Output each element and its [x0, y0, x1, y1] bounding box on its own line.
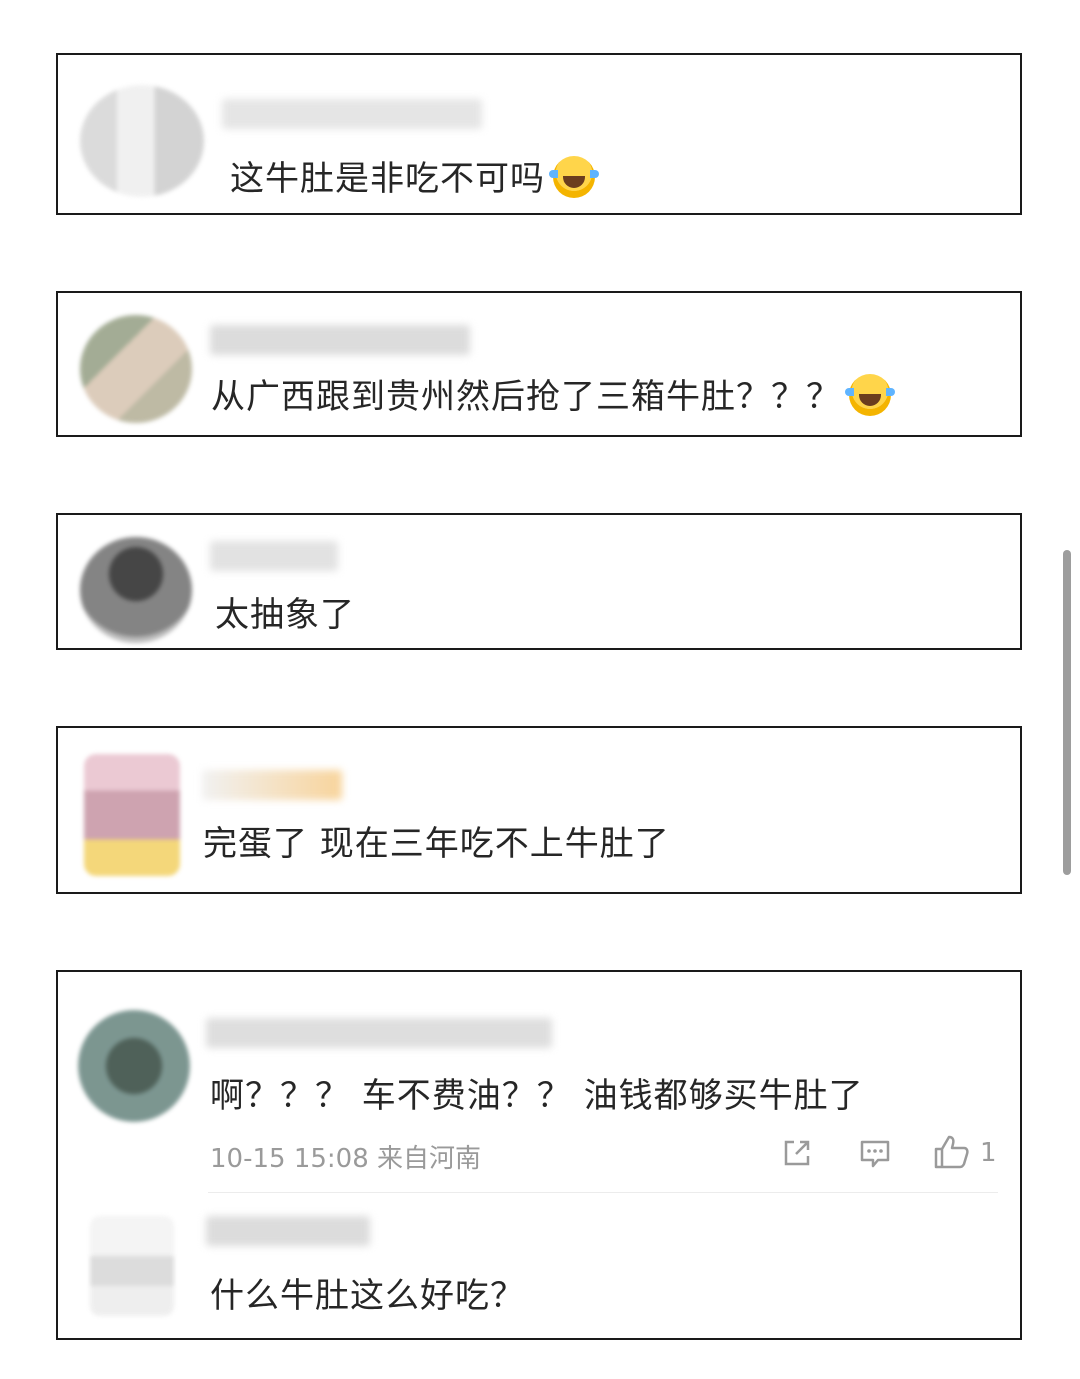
avatar[interactable] — [80, 315, 192, 423]
laugh-cry-emoji-icon — [549, 156, 599, 198]
username-redacted[interactable] — [222, 99, 482, 129]
username-redacted[interactable] — [206, 1216, 370, 1246]
comment-text: 从广西跟到贵州然后抢了三箱牛肚？？？ — [211, 369, 895, 418]
comment-text: 完蛋了 现在三年吃不上牛肚了 — [203, 816, 670, 865]
comment-card-2: 从广西跟到贵州然后抢了三箱牛肚？？？ — [56, 291, 1022, 437]
like-count: 1 — [980, 1138, 997, 1168]
comment-text-content: 这牛肚是非吃不可吗 — [230, 159, 545, 199]
comment-text: 啊？？？ 车不费油？？ 油钱都够买牛肚了 — [210, 1068, 864, 1117]
laugh-cry-emoji-icon — [845, 374, 895, 416]
username-redacted[interactable] — [202, 770, 342, 800]
avatar[interactable] — [90, 1216, 174, 1316]
avatar[interactable] — [78, 1010, 190, 1122]
comment-text-content: 完蛋了 现在三年吃不上牛肚了 — [203, 824, 670, 864]
comment-meta: 10-15 15:08 来自河南 — [210, 1144, 482, 1174]
comment-icon[interactable] — [858, 1136, 892, 1170]
share-icon[interactable] — [780, 1136, 814, 1170]
username-redacted[interactable] — [210, 541, 338, 571]
username-redacted[interactable] — [210, 325, 470, 355]
comment-text-content: 什么牛肚这么好吃？ — [210, 1276, 525, 1316]
comment-text-content: 啊？？？ 车不费油？？ 油钱都够买牛肚了 — [210, 1076, 864, 1116]
comment-card-4: 完蛋了 现在三年吃不上牛肚了 — [56, 726, 1022, 894]
reply-divider — [208, 1192, 998, 1193]
scrollbar[interactable] — [1063, 550, 1071, 875]
comment-card-5: 啊？？？ 车不费油？？ 油钱都够买牛肚了 10-15 15:08 来自河南 1 … — [56, 970, 1022, 1340]
like-icon[interactable] — [932, 1134, 970, 1170]
comment-card-3: 太抽象了 — [56, 513, 1022, 650]
comment-text: 太抽象了 — [215, 587, 355, 636]
avatar[interactable] — [84, 754, 180, 876]
comment-text-content: 太抽象了 — [215, 595, 355, 635]
avatar[interactable] — [80, 537, 192, 643]
comment-text-content: 从广西跟到贵州然后抢了三箱牛肚？？？ — [211, 377, 841, 417]
comment-text: 这牛肚是非吃不可吗 — [230, 151, 599, 200]
comment-card-1: 这牛肚是非吃不可吗 — [56, 53, 1022, 215]
comment-text: 什么牛肚这么好吃？ — [210, 1268, 525, 1317]
avatar[interactable] — [80, 85, 204, 197]
username-redacted[interactable] — [206, 1018, 552, 1048]
